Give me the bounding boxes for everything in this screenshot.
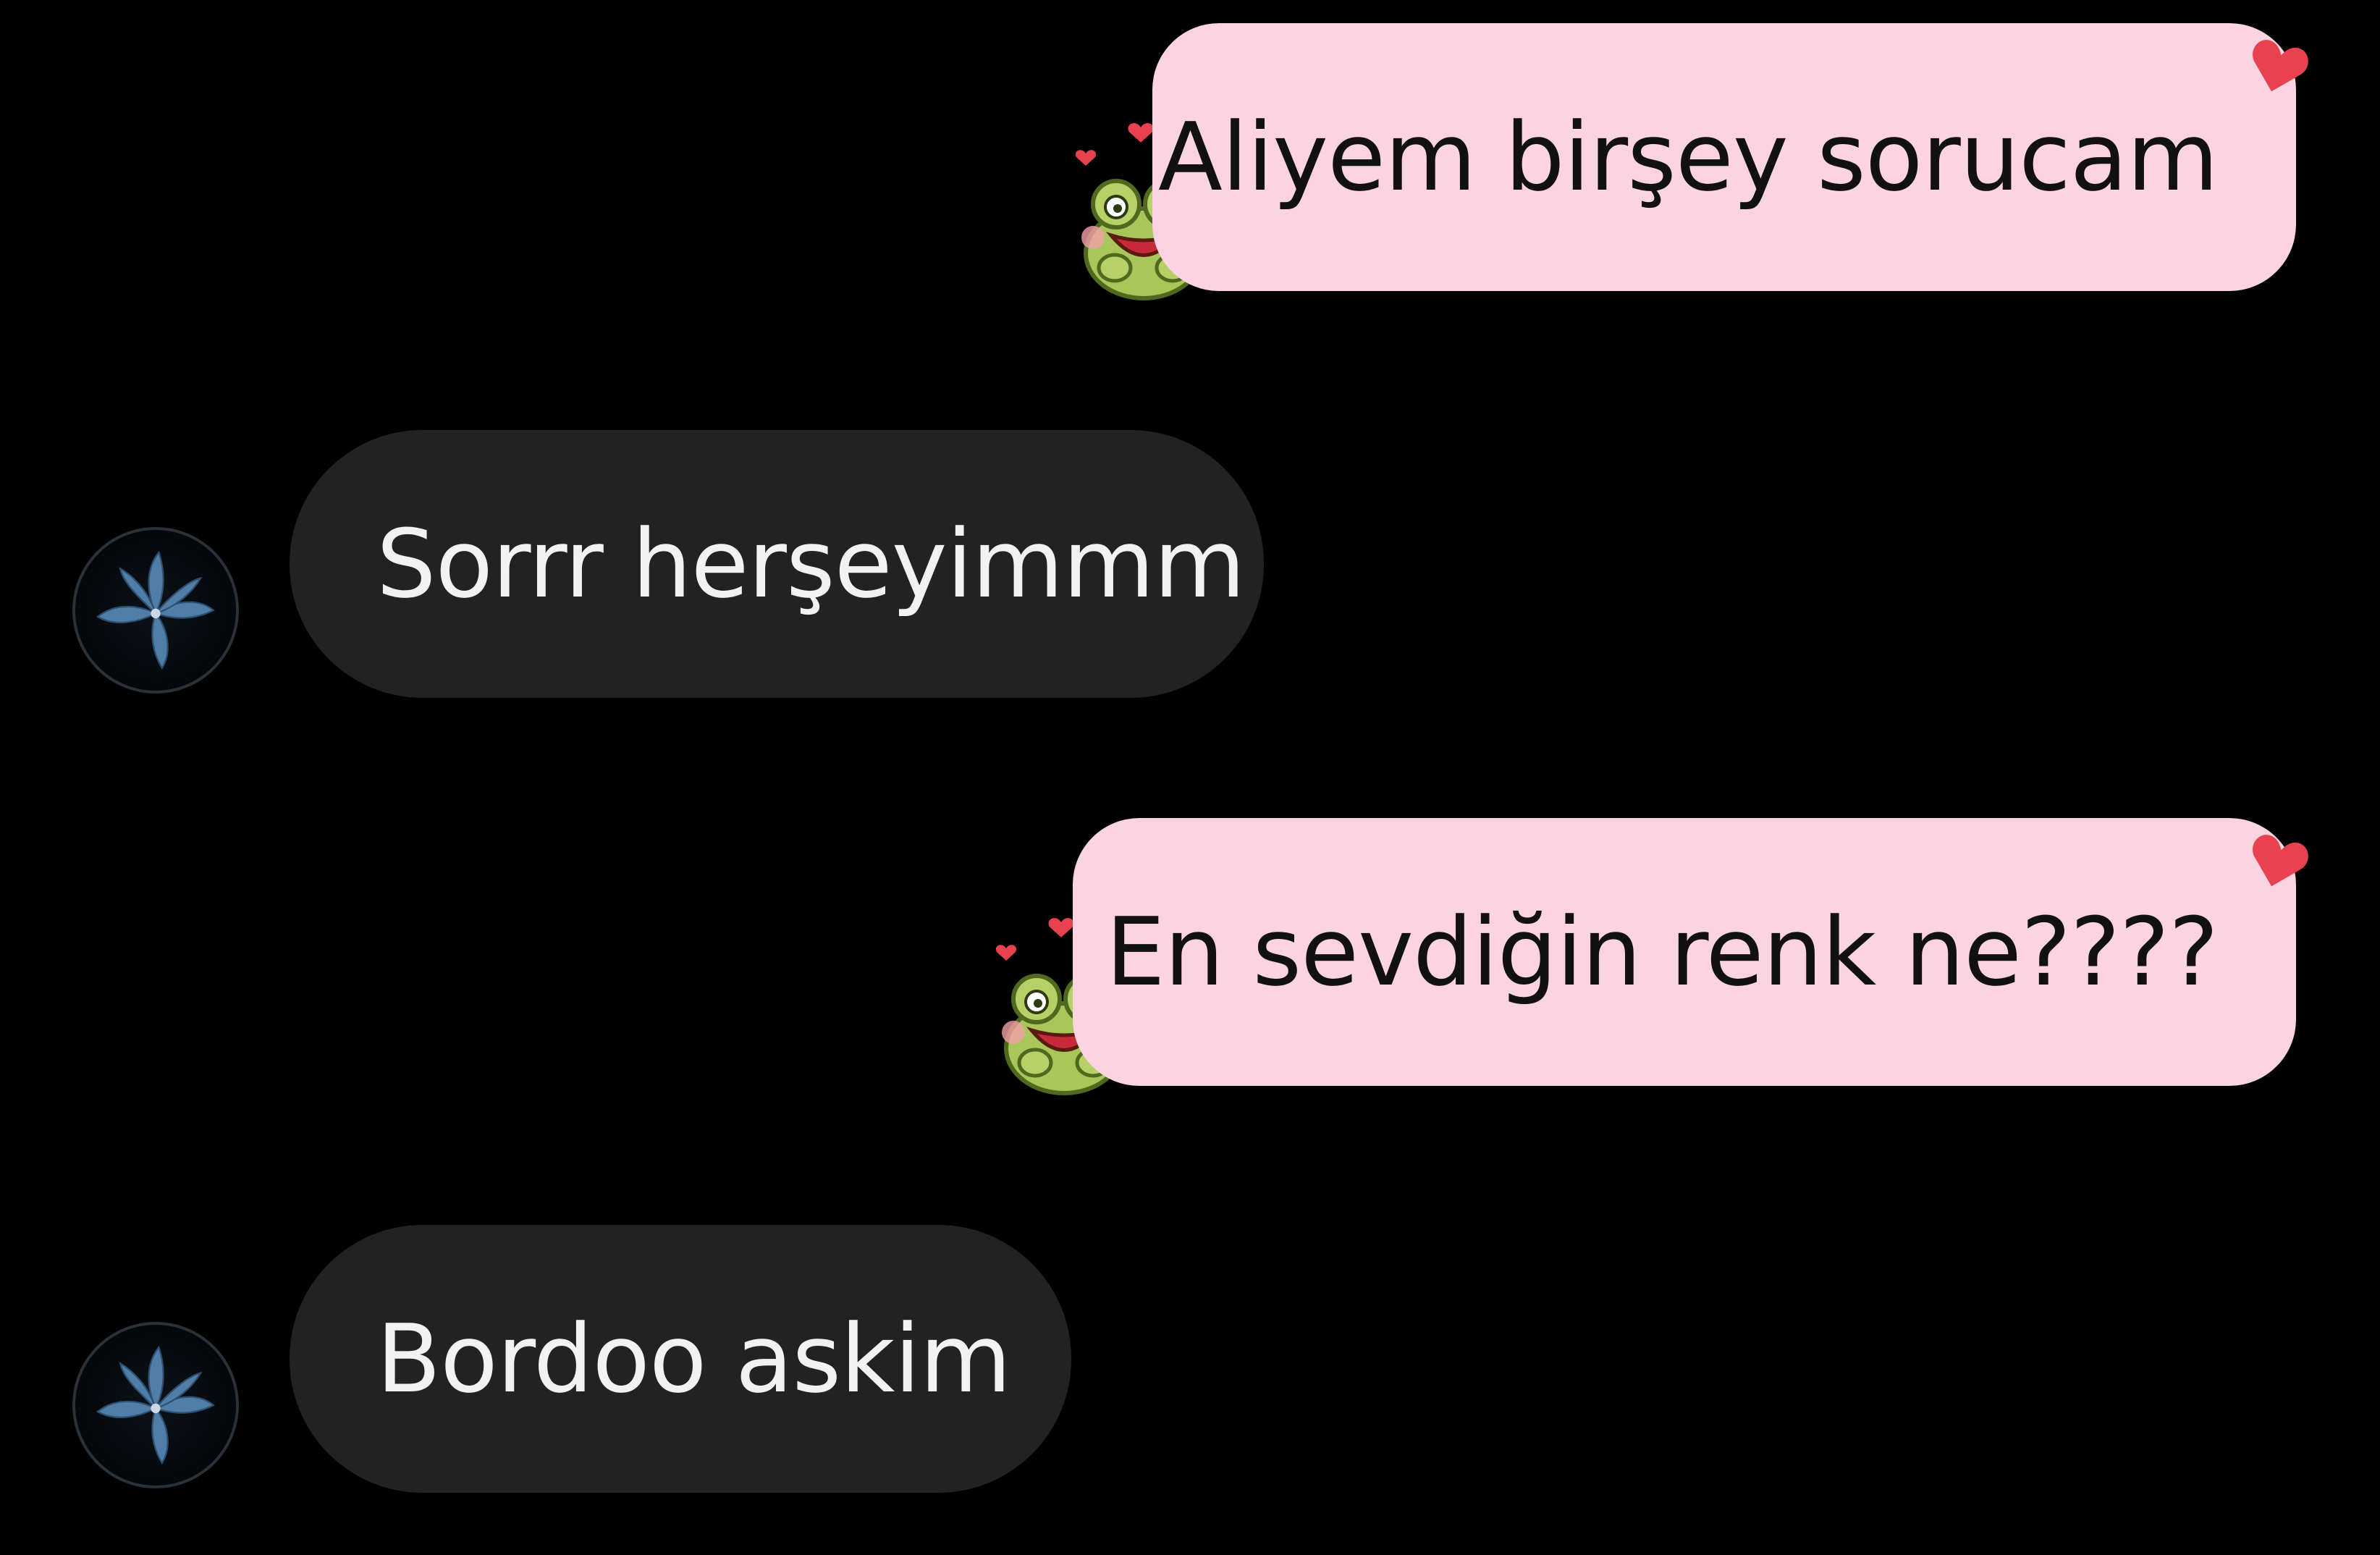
- heart-icon: [2247, 831, 2309, 893]
- message-bubble-incoming[interactable]: Sorrr herşeyimmm: [290, 430, 1264, 698]
- message-text: En sevdiğin renk ne????: [1105, 897, 2219, 1007]
- message-text: Bordoo askim: [376, 1304, 1011, 1414]
- message-bubble-outgoing[interactable]: Aliyem birşey sorucam: [1152, 23, 2296, 291]
- heart-icon: [2247, 36, 2309, 98]
- message-bubble-incoming[interactable]: Bordoo askim: [290, 1225, 1071, 1493]
- message-bubble-outgoing[interactable]: En sevdiğin renk ne????: [1073, 818, 2296, 1086]
- lily-flower-avatar-icon[interactable]: [72, 1322, 239, 1488]
- message-text: Sorrr herşeyimmm: [376, 509, 1246, 619]
- lily-flower-avatar-icon[interactable]: [72, 527, 239, 694]
- message-text: Aliyem birşey sorucam: [1158, 102, 2219, 212]
- chat-thread: Aliyem birşey sorucam Sorrr herşeyimmm E…: [0, 0, 2380, 1555]
